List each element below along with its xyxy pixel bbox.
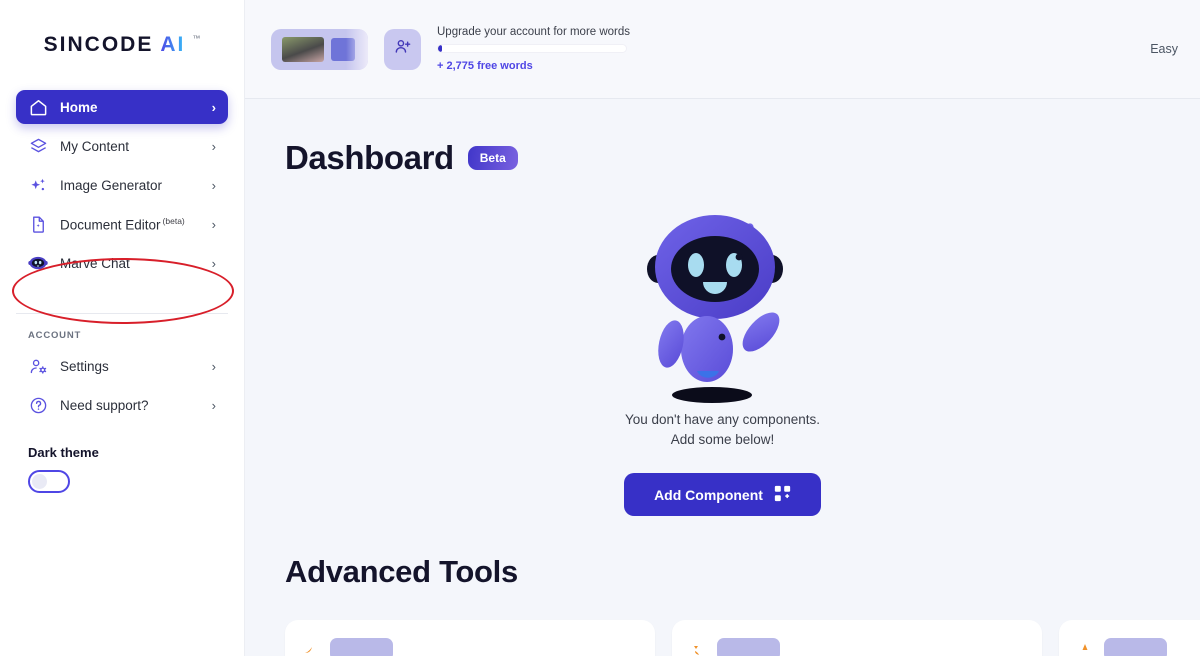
chevron-right-icon: › bbox=[211, 177, 216, 193]
add-component-label: Add Component bbox=[654, 486, 763, 503]
topbar-right-text: Easy bbox=[1150, 42, 1178, 56]
words-progress-bar bbox=[437, 44, 627, 53]
beta-superscript: (beta) bbox=[162, 215, 185, 226]
thumbnail-left-image bbox=[282, 36, 324, 62]
advanced-tools-title: Advanced Tools bbox=[285, 554, 518, 590]
sidebar-item-home[interactable]: Home › bbox=[16, 90, 228, 124]
empty-state-text: You don't have any components. Add some … bbox=[245, 410, 1200, 449]
sidebar-item-label: Need support? bbox=[60, 397, 149, 413]
robot-icon bbox=[28, 253, 48, 273]
status-badge: Beta bbox=[467, 146, 518, 170]
robot-mascot-illustration bbox=[633, 199, 813, 404]
dashboard-content: Dashboard Beta You don't have any compon… bbox=[245, 99, 1200, 656]
brand-name-accent: AI bbox=[160, 33, 186, 56]
empty-state-line-1: You don't have any components. bbox=[625, 412, 820, 427]
toggle-knob bbox=[32, 474, 47, 489]
tool-card-1[interactable] bbox=[285, 620, 655, 656]
home-icon bbox=[28, 97, 48, 117]
sidebar-item-need-support[interactable]: Need support? › bbox=[16, 388, 228, 422]
chevron-right-icon: › bbox=[211, 397, 216, 413]
sidebar-item-label: Settings bbox=[60, 358, 109, 374]
upgrade-title: Upgrade your account for more words bbox=[437, 26, 631, 38]
brand-logo[interactable]: SINCODE AI ™ bbox=[0, 0, 244, 90]
empty-state-line-2: Add some below! bbox=[670, 431, 775, 447]
chevron-right-icon: › bbox=[211, 138, 216, 154]
theme-switcher: Dark theme bbox=[0, 427, 244, 493]
advanced-tools-row bbox=[245, 590, 1200, 656]
spark-icon bbox=[690, 642, 706, 656]
account-section-label: ACCOUNT bbox=[28, 330, 82, 341]
primary-nav: Home › My Content › Image Generator › Do… bbox=[0, 90, 244, 285]
sidebar-item-label: Document Editor (beta) bbox=[60, 215, 185, 233]
words-progress-fill bbox=[438, 45, 442, 52]
chevron-right-icon: › bbox=[211, 99, 216, 115]
sidebar-item-marve-chat[interactable]: Marve Chat › bbox=[16, 246, 228, 280]
question-icon bbox=[28, 395, 48, 415]
sidebar-item-label: Image Generator bbox=[60, 177, 163, 193]
user-settings-icon bbox=[28, 356, 48, 376]
sparkles-icon bbox=[28, 175, 48, 195]
chevron-right-icon: › bbox=[211, 255, 216, 271]
tool-placeholder-chip bbox=[1104, 638, 1167, 656]
sidebar: SINCODE AI ™ Home › My Content › Image G… bbox=[0, 0, 245, 656]
document-icon bbox=[28, 214, 48, 234]
sidebar-item-settings[interactable]: Settings › bbox=[16, 349, 228, 383]
free-words-label: + 2,775 free words bbox=[437, 60, 533, 72]
upgrade-block[interactable]: Upgrade your account for more words + 2,… bbox=[437, 26, 631, 72]
add-user-button[interactable] bbox=[384, 28, 421, 70]
layers-icon bbox=[28, 136, 48, 156]
dark-theme-label: Dark theme bbox=[28, 445, 99, 460]
main-area: Upgrade your account for more words + 2,… bbox=[245, 0, 1200, 656]
spark-icon bbox=[303, 642, 319, 656]
sidebar-item-image-generator[interactable]: Image Generator › bbox=[16, 168, 228, 202]
tool-card-3[interactable] bbox=[1059, 620, 1200, 656]
empty-state: You don't have any components. Add some … bbox=[245, 199, 1200, 517]
dark-theme-toggle[interactable] bbox=[28, 470, 70, 493]
tool-card-2[interactable] bbox=[672, 620, 1042, 656]
brand-name-main: SINCODE bbox=[43, 33, 154, 56]
sidebar-item-label: Home bbox=[60, 99, 98, 115]
chevron-right-icon: › bbox=[211, 216, 216, 232]
thumbnail-fade bbox=[346, 28, 368, 70]
tool-placeholder-chip bbox=[717, 638, 780, 656]
image-thumbnail[interactable] bbox=[271, 28, 368, 70]
page-title: Dashboard bbox=[285, 139, 454, 176]
add-user-icon bbox=[393, 37, 412, 61]
page-header: Dashboard Beta bbox=[245, 139, 1200, 177]
tool-placeholder-chip bbox=[330, 638, 393, 656]
sidebar-item-label: My Content bbox=[60, 138, 130, 154]
grid-plus-icon bbox=[774, 485, 791, 505]
sidebar-item-document-editor[interactable]: Document Editor (beta) › bbox=[16, 207, 228, 241]
account-nav: Settings › Need support? › bbox=[0, 349, 244, 427]
spark-icon bbox=[1077, 642, 1093, 656]
app-root: SINCODE AI ™ Home › My Content › Image G… bbox=[0, 0, 1200, 656]
sidebar-item-my-content[interactable]: My Content › bbox=[16, 129, 228, 163]
add-component-button[interactable]: Add Component bbox=[624, 473, 821, 517]
chevron-right-icon: › bbox=[211, 358, 216, 374]
topbar: Upgrade your account for more words + 2,… bbox=[245, 0, 1200, 99]
brand-trademark: ™ bbox=[192, 34, 201, 43]
sidebar-item-label: Marve Chat bbox=[60, 255, 130, 271]
